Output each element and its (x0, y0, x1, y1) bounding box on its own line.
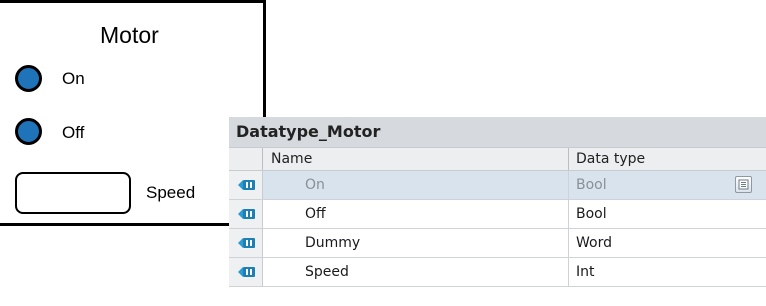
static-member-icon (238, 209, 255, 219)
member-data-type[interactable]: Bool (576, 206, 607, 222)
row-gutter[interactable] (229, 229, 263, 257)
row-gutter[interactable] (229, 200, 263, 228)
member-name[interactable]: On (305, 177, 325, 193)
member-data-type[interactable]: Word (576, 235, 612, 251)
table-row[interactable]: Speed Int (229, 258, 766, 287)
column-header-name[interactable]: Name (271, 151, 312, 167)
member-name[interactable]: Off (305, 206, 326, 222)
column-header-data-type[interactable]: Data type (576, 151, 645, 167)
static-member-icon (238, 238, 255, 248)
header-row-gutter (229, 148, 263, 170)
datatype-editor: Datatype_Motor Name Data type On Bool Of… (229, 117, 766, 306)
data-type-picker-button[interactable] (735, 176, 752, 193)
member-name[interactable]: Speed (305, 264, 349, 280)
faceplate-title: Motor (100, 22, 159, 48)
column-divider (568, 229, 569, 257)
table-row[interactable]: On Bool (229, 171, 766, 200)
member-name[interactable]: Dummy (305, 235, 360, 251)
column-divider (568, 171, 569, 199)
off-indicator-lamp (15, 118, 42, 145)
table-row[interactable]: Off Bool (229, 200, 766, 229)
member-data-type[interactable]: Int (576, 264, 595, 280)
member-data-type[interactable]: Bool (576, 177, 607, 193)
speed-input-field[interactable] (15, 172, 131, 214)
datatype-title-bar: Datatype_Motor (229, 117, 766, 147)
on-indicator-label: On (62, 69, 85, 88)
table-header: Name Data type (229, 147, 766, 171)
row-gutter[interactable] (229, 258, 263, 286)
static-member-icon (238, 180, 255, 190)
on-indicator-lamp (15, 65, 42, 92)
table-row[interactable]: Dummy Word (229, 229, 766, 258)
row-gutter[interactable] (229, 171, 263, 199)
column-divider[interactable] (568, 148, 569, 170)
off-indicator-label: Off (62, 123, 85, 142)
column-divider (568, 200, 569, 228)
motor-faceplate: Motor On Off Speed (0, 0, 266, 226)
list-icon (738, 179, 749, 190)
static-member-icon (238, 267, 255, 277)
column-divider (568, 258, 569, 286)
datatype-title: Datatype_Motor (236, 122, 381, 141)
speed-label: Speed (146, 183, 196, 202)
